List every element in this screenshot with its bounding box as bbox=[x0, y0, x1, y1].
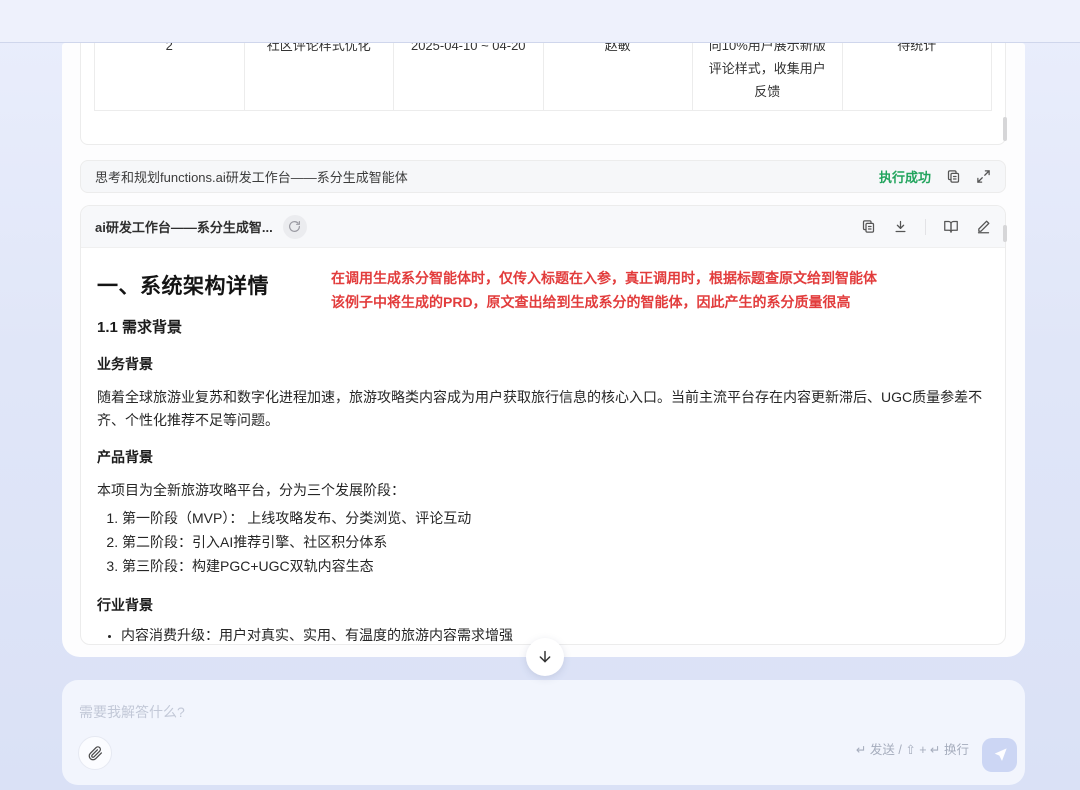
stage-item: 第三阶段：构建PGC+UGC双轨内容生态 bbox=[122, 555, 989, 578]
window-top-band bbox=[0, 0, 1080, 43]
send-plane-icon bbox=[992, 747, 1008, 763]
status-badge: 执行成功 bbox=[878, 170, 931, 185]
attachment-button[interactable] bbox=[78, 736, 112, 770]
tool-execution-bar[interactable]: 思考和规划functions.ai研发工作台——系分生成智能体 执行成功 bbox=[80, 160, 1006, 193]
arrow-down-icon bbox=[537, 649, 553, 665]
document-card-header: ai研发工作台——系分生成智... bbox=[81, 206, 1005, 248]
table-cell-task: 社区评论样式优化 bbox=[245, 43, 394, 110]
product-bg-title: 产品背景 bbox=[97, 449, 153, 465]
table-cell-desc: 向10%用户展示新版评论样式，收集用户反馈 bbox=[693, 43, 843, 110]
business-bg-text: 随着全球旅游业复苏和数字化进程加速，旅游攻略类内容成为用户获取旅行信息的核心入口… bbox=[97, 389, 983, 428]
divider bbox=[925, 218, 926, 235]
annotation-line-1: 在调用生成系分智能体时，仅传入标题在入参，真正调用时，根据标题查原文给到智能体 bbox=[331, 270, 877, 286]
product-bg-intro: 本项目为全新旅游攻略平台，分为三个发展阶段： bbox=[97, 482, 405, 498]
chat-input-placeholder[interactable]: 需要我解答什么? bbox=[79, 702, 185, 722]
send-button[interactable] bbox=[982, 738, 1017, 772]
tool-title: 思考和规划functions.ai研发工作台——系分生成智能体 bbox=[95, 170, 408, 185]
table-card: 2 社区评论样式优化 2025-04-10 ~ 04-20 赵敏 向10%用户展… bbox=[80, 43, 1006, 145]
stage-list: 第一阶段（MVP）： 上线攻略发布、分类浏览、评论互动 第二阶段：引入AI推荐引… bbox=[102, 507, 989, 578]
document-body: 一、系统架构详情 在调用生成系分智能体时，仅传入标题在入参，真正调用时，根据标题… bbox=[81, 248, 1005, 644]
table-cell-owner: 赵敏 bbox=[544, 43, 693, 110]
table-cell-status: 待统计 bbox=[843, 43, 992, 110]
copy-icon[interactable] bbox=[946, 169, 961, 184]
send-shortcut-hint: ↵ 发送 / ⇧ + ↵ 换行 bbox=[855, 743, 969, 757]
scroll-to-bottom-button[interactable] bbox=[526, 638, 564, 676]
annotation-note: 在调用生成系分智能体时，仅传入标题在入参，真正调用时，根据标题查原文给到智能体 … bbox=[331, 266, 1003, 314]
table-scrollbar-thumb[interactable] bbox=[1003, 117, 1007, 141]
book-icon[interactable] bbox=[943, 219, 959, 234]
table-cell-date: 2025-04-10 ~ 04-20 bbox=[394, 43, 544, 110]
stage-item: 第二阶段：引入AI推荐引擎、社区积分体系 bbox=[122, 531, 989, 554]
paperclip-icon bbox=[88, 745, 103, 761]
table-cell-index: 2 bbox=[95, 43, 245, 110]
business-bg-title: 业务背景 bbox=[97, 356, 153, 372]
document-scrollbar-thumb[interactable] bbox=[1003, 225, 1007, 242]
copy-icon[interactable] bbox=[861, 219, 876, 234]
document-title: ai研发工作台——系分生成智... bbox=[95, 220, 273, 235]
edit-icon[interactable] bbox=[976, 219, 991, 234]
download-icon[interactable] bbox=[893, 219, 908, 234]
plan-table: 2 社区评论样式优化 2025-04-10 ~ 04-20 赵敏 向10%用户展… bbox=[94, 43, 992, 111]
stage-item: 第一阶段（MVP）： 上线攻略发布、分类浏览、评论互动 bbox=[122, 507, 989, 530]
annotation-line-2: 该例子中将生成的PRD，原文查出给到生成系分的智能体，因此产生的系分质量很高 bbox=[331, 294, 851, 310]
conversation-panel: 2 社区评论样式优化 2025-04-10 ~ 04-20 赵敏 向10%用户展… bbox=[62, 43, 1025, 657]
document-card: ai研发工作台——系分生成智... 一、系统架构详情 在调用生成系分智能体时，仅… bbox=[80, 205, 1006, 645]
chat-input-panel[interactable]: 需要我解答什么? ↵ 发送 / ⇧ + ↵ 换行 bbox=[62, 680, 1025, 785]
industry-bg-title: 行业背景 bbox=[97, 597, 153, 613]
refresh-icon[interactable] bbox=[282, 214, 307, 239]
doc-heading-2: 1.1 需求背景 bbox=[97, 319, 183, 336]
expand-icon[interactable] bbox=[976, 169, 991, 184]
